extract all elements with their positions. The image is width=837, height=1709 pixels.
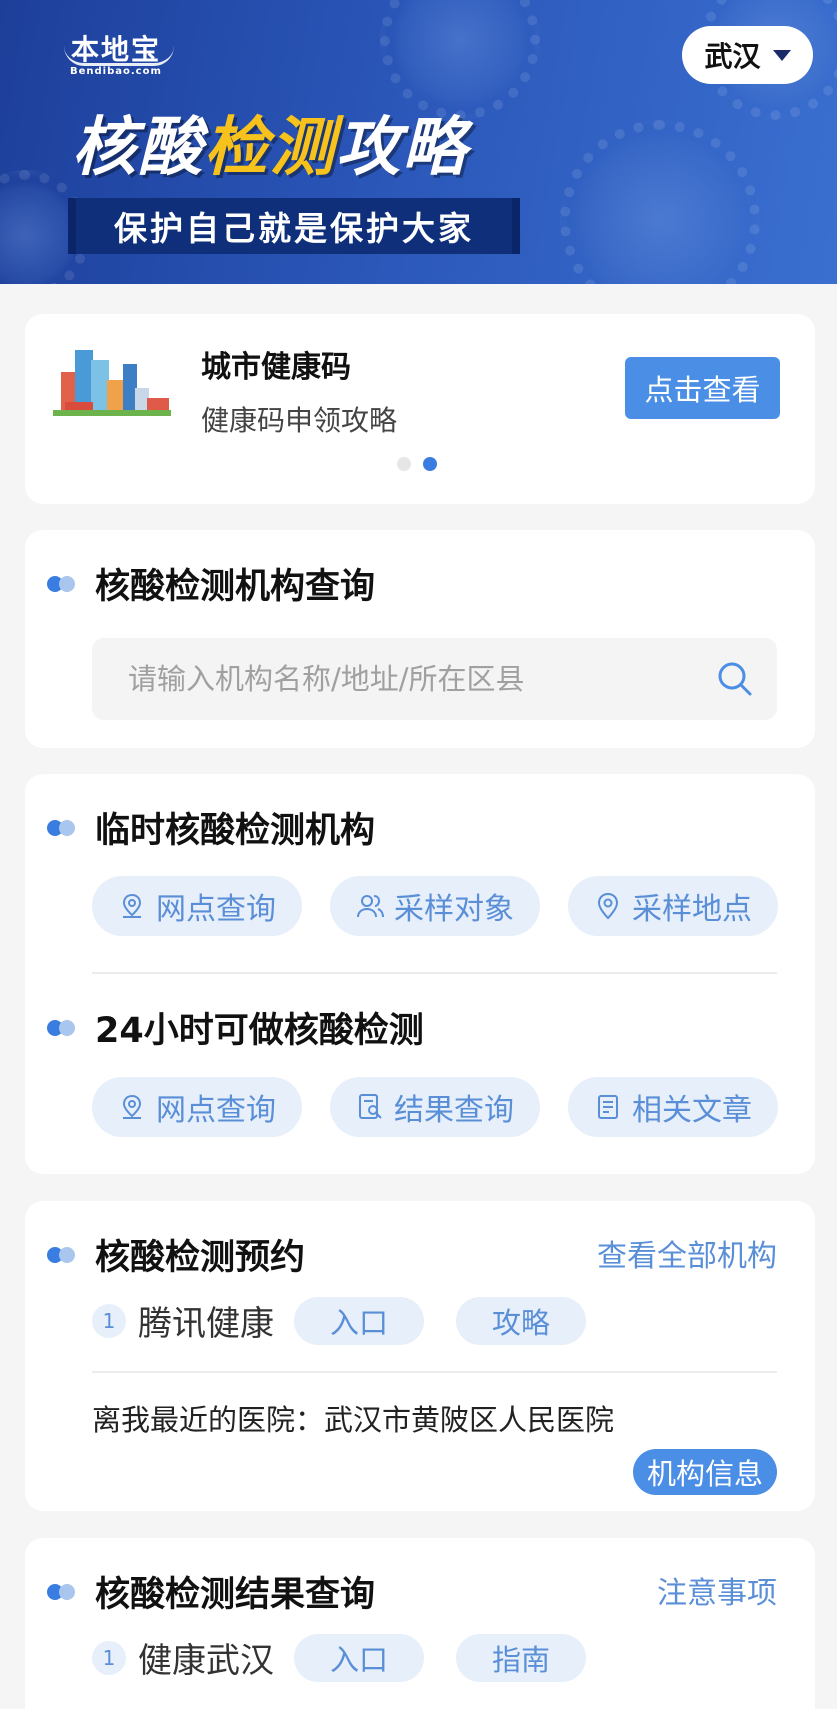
section-title: 核酸检测预约	[95, 1238, 306, 1278]
people-icon	[357, 895, 384, 918]
bullet-icon	[47, 818, 79, 838]
city-selector[interactable]: 武汉	[682, 26, 813, 84]
pill-sampling-location[interactable]: 采样地点	[568, 876, 778, 936]
pill-label: 相关文章	[632, 1093, 752, 1128]
carousel-dot-active[interactable]	[423, 457, 437, 471]
temp-pill-row: 网点查询 采样对象 采样地点	[92, 876, 778, 936]
section-heading: 临时核酸检测机构	[47, 802, 375, 853]
nearest-hospital-text: 离我最近的医院：武汉市黄陂区人民医院	[92, 1403, 615, 1437]
bullet-icon	[47, 1245, 79, 1265]
document-icon	[598, 1095, 618, 1119]
header-banner: 本地宝 Bendibao.com 核酸检测攻略 保护自己就是保护大家 武汉	[0, 0, 837, 284]
section-heading: 24小时可做核酸检测	[47, 1002, 424, 1053]
testing-institutions-card: 临时核酸检测机构 网点查询 采样对象 采样地点 24小时可做核酸检测 网点查询 …	[25, 774, 815, 1174]
section-heading: 核酸检测机构查询	[47, 558, 375, 609]
banner-title-highlight: 检测	[204, 111, 336, 185]
guide-tag[interactable]: 攻略	[456, 1296, 587, 1345]
h24-pill-row: 网点查询 结果查询 相关文章	[92, 1077, 778, 1137]
map-pin-icon	[597, 892, 619, 920]
entry-tag[interactable]: 入口	[294, 1296, 425, 1345]
section-title: 核酸检测结果查询	[95, 1575, 376, 1615]
bullet-icon	[47, 1018, 79, 1038]
virus-decoration	[560, 120, 760, 284]
pill-label: 结果查询	[394, 1093, 514, 1128]
search-document-icon	[359, 1094, 382, 1119]
guide-tag[interactable]: 指南	[456, 1633, 587, 1682]
carousel-dots	[397, 457, 437, 471]
banner-slogan: 保护自己就是保护大家	[68, 198, 520, 254]
view-all-institutions-link[interactable]: 查看全部机构	[597, 1231, 777, 1275]
section-title: 24小时可做核酸检测	[95, 1011, 424, 1051]
section-title: 核酸检测机构查询	[95, 567, 376, 607]
chevron-down-icon	[772, 49, 791, 61]
list-item: 1 腾讯健康 入口 攻略	[92, 1296, 618, 1345]
health-code-card[interactable]: 城市健康码 健康码申领攻略 点击查看	[25, 314, 815, 504]
pill-related-articles[interactable]: 相关文章	[568, 1077, 778, 1137]
item-name: 健康武汉	[138, 1641, 274, 1681]
institution-info-button[interactable]: 机构信息	[633, 1449, 777, 1495]
bullet-icon	[47, 1582, 79, 1602]
carousel-dot[interactable]	[397, 457, 411, 471]
slogan-text: 保护自己就是保护大家	[114, 209, 474, 248]
search-box[interactable]	[92, 638, 777, 720]
view-button[interactable]: 点击查看	[625, 357, 780, 419]
location-pin-icon	[122, 893, 142, 918]
result-query-card: 核酸检测结果查询 注意事项 1 健康武汉 入口 指南	[25, 1538, 815, 1709]
logo-subtext: Bendibao.com	[70, 66, 162, 77]
location-pin-icon	[122, 1094, 142, 1119]
search-card: 核酸检测机构查询	[25, 530, 815, 748]
health-code-subtitle: 健康码申领攻略	[201, 404, 398, 437]
divider	[92, 1371, 777, 1373]
pill-result-query[interactable]: 结果查询	[330, 1077, 540, 1137]
item-number: 1	[92, 1640, 126, 1675]
pill-sampling-target[interactable]: 采样对象	[330, 876, 540, 936]
item-name: 腾讯健康	[138, 1304, 274, 1344]
pill-label: 采样地点	[632, 892, 752, 927]
site-logo: 本地宝 Bendibao.com	[64, 28, 174, 77]
health-code-title: 城市健康码	[201, 350, 351, 385]
city-buildings-icon	[53, 350, 171, 416]
pill-outlet-query[interactable]: 网点查询	[92, 876, 302, 936]
search-icon[interactable]	[716, 660, 754, 698]
pill-label: 采样对象	[394, 892, 514, 927]
section-title: 临时核酸检测机构	[95, 811, 376, 851]
pill-outlet-query[interactable]: 网点查询	[92, 1077, 302, 1137]
pill-label: 网点查询	[156, 1093, 276, 1128]
banner-title: 核酸检测攻略	[72, 96, 468, 188]
list-item: 1 健康武汉 入口 指南	[92, 1633, 618, 1682]
divider	[92, 972, 777, 974]
booking-card: 核酸检测预约 查看全部机构 1 腾讯健康 入口 攻略 离我最近的医院：武汉市黄陂…	[25, 1201, 815, 1511]
bullet-icon	[47, 574, 79, 594]
city-label: 武汉	[704, 40, 761, 73]
logo-swoosh	[64, 46, 174, 66]
notes-link[interactable]: 注意事项	[657, 1568, 777, 1612]
search-input[interactable]	[92, 638, 692, 720]
banner-title-part: 攻略	[336, 111, 468, 185]
banner-title-part: 核酸	[72, 111, 204, 185]
pill-label: 网点查询	[156, 892, 276, 927]
entry-tag[interactable]: 入口	[294, 1633, 425, 1682]
section-heading: 核酸检测预约	[47, 1229, 305, 1280]
item-number: 1	[92, 1303, 126, 1338]
section-heading: 核酸检测结果查询	[47, 1566, 375, 1617]
